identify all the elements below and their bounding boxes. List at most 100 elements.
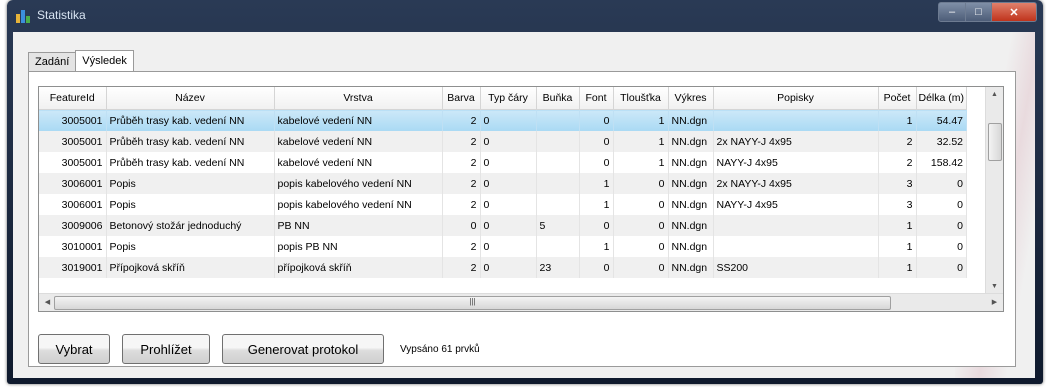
cell-tloustka[interactable]: 0 bbox=[613, 173, 669, 194]
cell-delka[interactable]: 0 bbox=[916, 215, 968, 236]
cell-pocet[interactable]: 1 bbox=[878, 236, 917, 257]
cell-vykres[interactable]: NN.dgn bbox=[668, 215, 714, 236]
cell-vrstva[interactable]: popis kabelového vedení NN bbox=[274, 194, 443, 215]
cell-typ-cary[interactable]: 0 bbox=[480, 173, 537, 194]
cell-bunka[interactable] bbox=[536, 152, 580, 173]
cell-featureid[interactable]: 3005001 bbox=[39, 109, 107, 131]
vertical-scrollbar[interactable]: ▲ ▼ bbox=[985, 87, 1003, 294]
cell-font[interactable]: 0 bbox=[579, 257, 614, 278]
cell-pocet[interactable]: 1 bbox=[878, 215, 917, 236]
cell-bunka[interactable] bbox=[536, 194, 580, 215]
cell-bunka[interactable] bbox=[536, 131, 580, 152]
column-header-vykres[interactable]: Výkres bbox=[668, 87, 714, 110]
cell-delka[interactable]: 158.42 bbox=[916, 152, 968, 173]
cell-barva[interactable]: 2 bbox=[442, 173, 481, 194]
column-header-font[interactable]: Font bbox=[579, 87, 614, 110]
cell-vykres[interactable]: NN.dgn bbox=[668, 236, 714, 257]
cell-tloustka[interactable]: 0 bbox=[613, 215, 669, 236]
cell-featureid[interactable]: 3009006 bbox=[39, 215, 107, 236]
table-row[interactable]: 3005001 Průběh trasy kab. vedení NN kabelo… bbox=[39, 131, 968, 152]
cell-pocet[interactable]: 2 bbox=[878, 131, 917, 152]
cell-delka[interactable]: 0 bbox=[916, 194, 968, 215]
cell-tloustka[interactable]: 1 bbox=[613, 131, 669, 152]
cell-typ-cary[interactable]: 0 bbox=[480, 109, 537, 131]
tab-zadani[interactable]: Zadání bbox=[28, 52, 77, 71]
table-row[interactable]: 3006001 Popis popis kabelového vedení NN 2 0… bbox=[39, 173, 968, 194]
cell-popisky[interactable] bbox=[713, 109, 879, 131]
vertical-scroll-thumb[interactable] bbox=[988, 123, 1002, 161]
cell-nazev[interactable]: Přípojková skříň bbox=[106, 257, 275, 278]
cell-nazev[interactable]: Průběh trasy kab. vedení NN bbox=[106, 152, 275, 173]
cell-bunka[interactable]: 23 bbox=[536, 257, 580, 278]
table-row[interactable]: 3006001 Popis popis kabelového vedení NN 2 0… bbox=[39, 194, 968, 215]
scroll-up-icon[interactable]: ▲ bbox=[986, 91, 1003, 98]
cell-font[interactable]: 0 bbox=[579, 152, 614, 173]
column-header-delka[interactable]: Délka (m) bbox=[916, 87, 968, 110]
title-bar[interactable]: Statistika – □ ✕ bbox=[7, 0, 1043, 30]
cell-featureid[interactable]: 3019001 bbox=[39, 257, 107, 278]
cell-typ-cary[interactable]: 0 bbox=[480, 257, 537, 278]
cell-pocet[interactable]: 2 bbox=[878, 152, 917, 173]
cell-popisky[interactable]: 2x NAYY-J 4x95 bbox=[713, 131, 879, 152]
cell-tloustka[interactable]: 1 bbox=[613, 109, 669, 131]
cell-typ-cary[interactable]: 0 bbox=[480, 236, 537, 257]
horizontal-scrollbar[interactable]: ◀ ||| ▶ bbox=[39, 293, 1003, 311]
cell-popisky[interactable]: SS200 bbox=[713, 257, 879, 278]
column-header-popisky[interactable]: Popisky bbox=[713, 87, 879, 110]
minimize-button[interactable]: – bbox=[938, 2, 966, 22]
column-header-nazev[interactable]: Název bbox=[106, 87, 275, 110]
cell-popisky[interactable]: NAYY-J 4x95 bbox=[713, 194, 879, 215]
cell-vrstva[interactable]: kabelové vedení NN bbox=[274, 109, 443, 131]
cell-delka[interactable]: 54.47 bbox=[916, 109, 968, 131]
cell-nazev[interactable]: Betonový stožár jednoduchý bbox=[106, 215, 275, 236]
cell-delka[interactable]: 0 bbox=[916, 257, 968, 278]
cell-pocet[interactable]: 3 bbox=[878, 194, 917, 215]
maximize-button[interactable]: □ bbox=[966, 2, 992, 22]
cell-popisky[interactable] bbox=[713, 236, 879, 257]
cell-vrstva[interactable]: přípojková skříň bbox=[274, 257, 443, 278]
cell-vrstva[interactable]: kabelové vedení NN bbox=[274, 152, 443, 173]
cell-typ-cary[interactable]: 0 bbox=[480, 152, 537, 173]
tab-vysledek[interactable]: Výsledek bbox=[75, 50, 134, 71]
cell-tloustka[interactable]: 0 bbox=[613, 236, 669, 257]
cell-delka[interactable]: 0 bbox=[916, 173, 968, 194]
results-grid[interactable]: FeatureId Název Vrstva Barva Typ čáry Bu… bbox=[38, 86, 1004, 312]
generate-protocol-button[interactable]: Generovat protokol bbox=[222, 334, 384, 364]
cell-font[interactable]: 1 bbox=[579, 194, 614, 215]
table-row[interactable]: 3019001 Přípojková skříň přípojková skříň 2… bbox=[39, 257, 968, 278]
select-button[interactable]: Vybrat bbox=[38, 334, 110, 364]
cell-pocet[interactable]: 1 bbox=[878, 257, 917, 278]
cell-barva[interactable]: 2 bbox=[442, 109, 481, 131]
cell-nazev[interactable]: Průběh trasy kab. vedení NN bbox=[106, 131, 275, 152]
cell-bunka[interactable] bbox=[536, 173, 580, 194]
close-button[interactable]: ✕ bbox=[992, 2, 1037, 22]
column-header-pocet[interactable]: Počet bbox=[878, 87, 917, 110]
cell-featureid[interactable]: 3006001 bbox=[39, 173, 107, 194]
cell-delka[interactable]: 32.52 bbox=[916, 131, 968, 152]
column-header-bunka[interactable]: Buňka bbox=[536, 87, 580, 110]
cell-bunka[interactable] bbox=[536, 109, 580, 131]
cell-vykres[interactable]: NN.dgn bbox=[668, 152, 714, 173]
cell-vykres[interactable]: NN.dgn bbox=[668, 131, 714, 152]
cell-pocet[interactable]: 1 bbox=[878, 109, 917, 131]
cell-delka[interactable]: 0 bbox=[916, 236, 968, 257]
cell-font[interactable]: 1 bbox=[579, 173, 614, 194]
cell-vrstva[interactable]: PB NN bbox=[274, 215, 443, 236]
browse-button[interactable]: Prohlížet bbox=[122, 334, 210, 364]
cell-nazev[interactable]: Popis bbox=[106, 173, 275, 194]
cell-featureid[interactable]: 3005001 bbox=[39, 131, 107, 152]
cell-vykres[interactable]: NN.dgn bbox=[668, 257, 714, 278]
cell-popisky[interactable]: 2x NAYY-J 4x95 bbox=[713, 173, 879, 194]
scroll-down-icon[interactable]: ▼ bbox=[986, 283, 1003, 290]
cell-featureid[interactable]: 3006001 bbox=[39, 194, 107, 215]
cell-nazev[interactable]: Popis bbox=[106, 236, 275, 257]
cell-barva[interactable]: 2 bbox=[442, 236, 481, 257]
cell-barva[interactable]: 0 bbox=[442, 215, 481, 236]
cell-font[interactable]: 0 bbox=[579, 131, 614, 152]
cell-vrstva[interactable]: kabelové vedení NN bbox=[274, 131, 443, 152]
cell-font[interactable]: 0 bbox=[579, 109, 614, 131]
cell-barva[interactable]: 2 bbox=[442, 257, 481, 278]
cell-barva[interactable]: 2 bbox=[442, 152, 481, 173]
cell-font[interactable]: 1 bbox=[579, 236, 614, 257]
cell-featureid[interactable]: 3005001 bbox=[39, 152, 107, 173]
